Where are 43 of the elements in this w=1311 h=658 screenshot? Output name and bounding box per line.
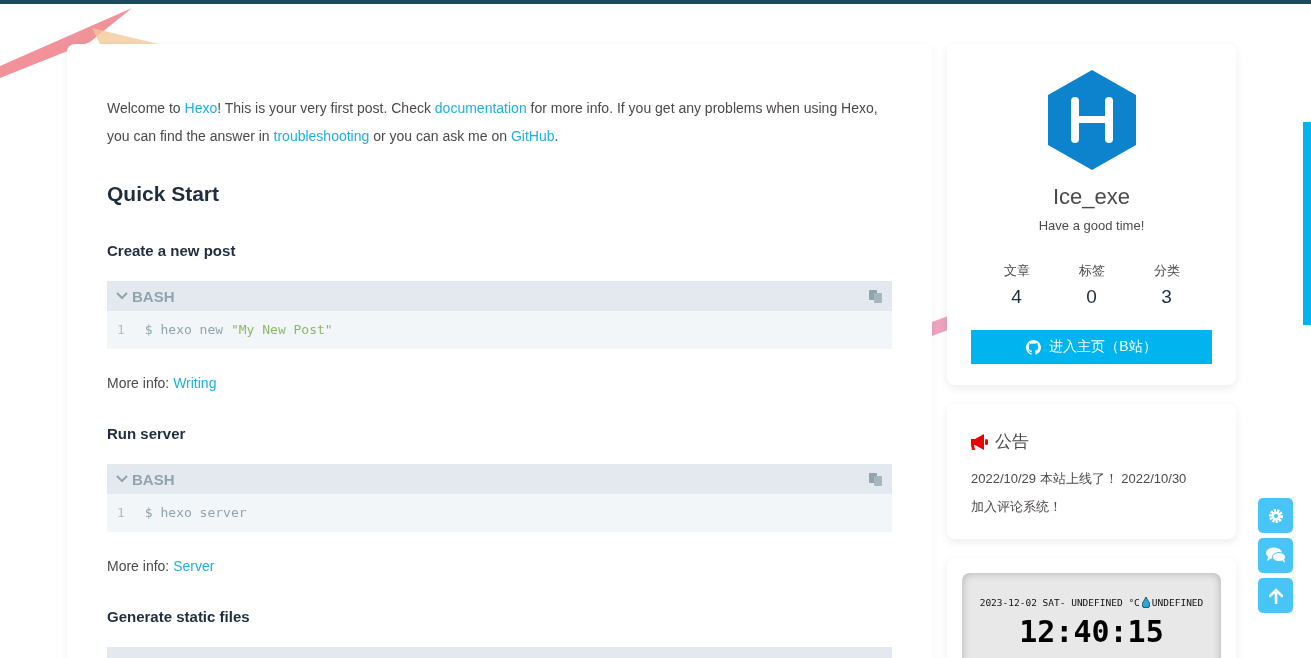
link[interactable]: GitHub (510, 128, 555, 144)
comments-button[interactable] (1258, 538, 1293, 573)
github-icon (1026, 339, 1042, 355)
author-name: Ice_exe (1052, 184, 1131, 210)
code-language-label: BASH (132, 287, 175, 305)
stat-label[interactable]: 分类 (1153, 262, 1180, 280)
hexagon-logo-icon (1047, 70, 1136, 170)
link[interactable]: Server (173, 558, 215, 574)
homepage-button[interactable]: 进入主页（B站） (971, 330, 1212, 364)
paragraph-text: Welcome to Hexo! This is your very first post. Check documentation for more info. If you get any problems when using Hexo, you can find the answer in troubleshooting or you can ask me on GitHub. (107, 99, 879, 146)
clock-time: 12:40:15 (1019, 614, 1164, 650)
section-heading: Quick Start (107, 181, 221, 207)
stat-count[interactable]: 0 (1086, 286, 1097, 308)
settings-button[interactable] (1258, 498, 1293, 533)
clock-humidity-text: UNDEFINED (1151, 597, 1204, 608)
chat-bubbles-icon (1265, 547, 1286, 564)
stat-label[interactable]: 文章 (1003, 262, 1030, 280)
author-motto: Have a good time! (1038, 218, 1145, 233)
stat-label[interactable]: 标签 (1078, 262, 1105, 280)
subsection-heading: Generate static files (107, 607, 251, 627)
link[interactable]: troubleshooting (273, 128, 370, 144)
subsection-heading: Create a new post (107, 241, 237, 261)
scrollbar-thumb[interactable] (1303, 122, 1311, 325)
stat-count[interactable]: 4 (1011, 286, 1022, 308)
settings-icon (1267, 507, 1284, 524)
notice-title: 公告 (995, 431, 1029, 453)
link[interactable]: Writing (173, 375, 217, 391)
subsection-heading: Run server (107, 424, 187, 444)
stat-count[interactable]: 3 (1161, 286, 1172, 308)
code-language-label: BASH (132, 470, 175, 488)
chevron-down-icon[interactable] (116, 292, 128, 300)
clock-date-text: 2023-12-02 SAT- UNDEFINED °C (979, 597, 1140, 608)
water-drop-icon (1141, 597, 1150, 608)
copy-icon[interactable] (869, 289, 883, 303)
copy-icon[interactable] (869, 472, 883, 486)
paragraph-text: More info: Writing (107, 374, 218, 393)
arrow-up-icon (1268, 587, 1283, 604)
paragraph-text: More info: Server (107, 557, 216, 576)
chevron-down-icon[interactable] (116, 475, 128, 483)
back-to-top-button[interactable] (1258, 578, 1293, 613)
megaphone-icon (971, 433, 989, 450)
notice-text: 2022/10/29 本站上线了！ 2022/10/30 加入评论系统！ (971, 470, 1188, 516)
link[interactable]: documentation (434, 100, 527, 116)
